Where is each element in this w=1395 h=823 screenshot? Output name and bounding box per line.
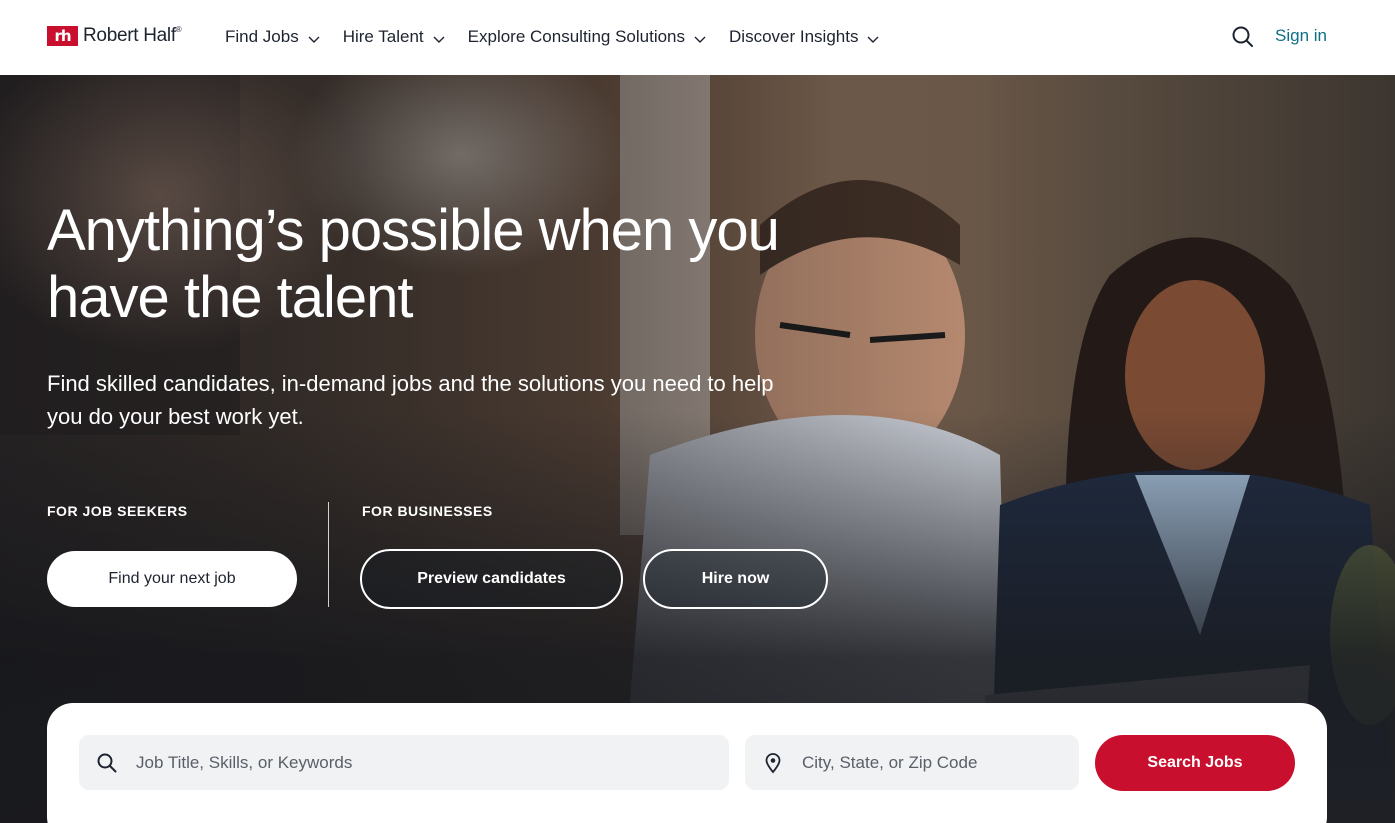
find-next-job-button[interactable]: Find your next job [47, 551, 297, 607]
main-nav: Find Jobs Hire Talent Explore Consulting… [225, 25, 880, 49]
location-pin-icon [765, 752, 781, 773]
preview-candidates-button[interactable]: Preview candidates [360, 549, 623, 609]
sign-in-link[interactable]: Sign in [1275, 26, 1327, 46]
nav-label: Find Jobs [225, 27, 299, 46]
site-header: rh Robert Half® Find Jobs Hire Talent Ex… [0, 0, 1395, 75]
logo-text: Robert Half® [83, 25, 182, 46]
robert-half-logo[interactable]: rh Robert Half® [47, 25, 182, 47]
location-field[interactable] [745, 735, 1079, 790]
nav-explore-consulting-solutions[interactable]: Explore Consulting Solutions [468, 25, 707, 49]
chevron-down-icon [433, 36, 445, 43]
nav-hire-talent[interactable]: Hire Talent [343, 25, 446, 49]
businesses-label: FOR BUSINESSES [362, 503, 493, 519]
keyword-field[interactable] [79, 735, 729, 790]
search-icon [97, 753, 117, 772]
job-search-panel: Search Jobs [47, 703, 1327, 823]
nav-label: Discover Insights [729, 27, 859, 46]
logo-mark: rh [47, 26, 78, 46]
hire-now-button[interactable]: Hire now [643, 549, 828, 609]
job-seekers-label: FOR JOB SEEKERS [47, 503, 188, 519]
location-input[interactable] [802, 735, 1079, 790]
chevron-down-icon [694, 36, 706, 43]
chevron-down-icon [867, 36, 879, 43]
nav-label: Hire Talent [342, 27, 424, 46]
nav-find-jobs[interactable]: Find Jobs [225, 25, 321, 49]
search-jobs-button[interactable]: Search Jobs [1095, 735, 1295, 791]
nav-label: Explore Consulting Solutions [467, 27, 686, 46]
hero-headline: Anything’s possible when you have the ta… [47, 198, 780, 330]
search-icon[interactable] [1230, 24, 1256, 50]
chevron-down-icon [308, 36, 320, 43]
hero-subheadline: Find skilled candidates, in-demand jobs … [47, 371, 774, 429]
nav-discover-insights[interactable]: Discover Insights [729, 25, 880, 49]
keyword-input[interactable] [136, 735, 729, 790]
hero-divider [328, 502, 329, 607]
